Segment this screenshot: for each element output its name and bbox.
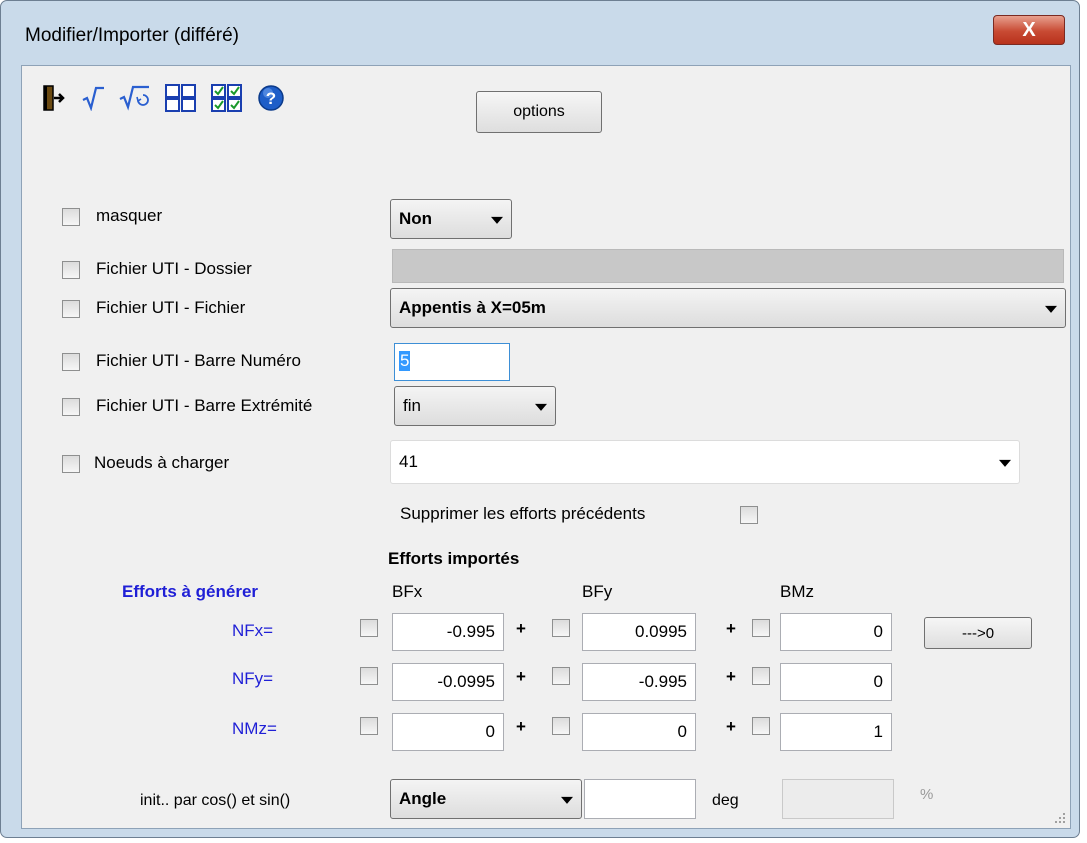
supprimer-label: Supprimer les efforts précédents (400, 504, 646, 523)
plus-sign: + (726, 717, 736, 736)
matrix-checkbox[interactable] (360, 619, 378, 637)
barre-numero-value: 5 (399, 351, 411, 371)
masquer-label: masquer (96, 206, 163, 225)
barre-extremite-checkbox[interactable] (62, 398, 80, 416)
barre-extremite-label: Fichier UTI - Barre Extrémité (96, 396, 313, 415)
chevron-down-icon (1045, 305, 1057, 313)
window-frame: Modifier/Importer (différé) X ? options … (0, 0, 1080, 838)
init-mode-select[interactable]: Angle (390, 779, 582, 819)
fichier-checkbox[interactable] (62, 300, 80, 318)
chevron-down-icon (999, 459, 1011, 467)
grid-checked-icon[interactable] (210, 84, 244, 112)
matrix-cell[interactable]: 0.0995 (582, 613, 696, 651)
matrix-cell[interactable]: 0 (392, 713, 504, 751)
efforts-importes-title: Efforts importés (388, 549, 520, 568)
plus-sign: + (516, 667, 526, 686)
matrix-checkbox[interactable] (752, 619, 770, 637)
matrix-cell[interactable]: -0.995 (582, 663, 696, 701)
sqrt-icon[interactable] (80, 84, 106, 112)
col-header-bfy: BFy (582, 582, 613, 601)
matrix-checkbox[interactable] (360, 667, 378, 685)
row-label-nmz: NMz= (232, 719, 277, 738)
percent-unit: % (920, 786, 934, 803)
matrix-cell[interactable]: 1 (780, 713, 892, 751)
plus-sign: + (726, 667, 736, 686)
supprimer-checkbox[interactable] (740, 506, 758, 524)
options-button[interactable]: options (476, 91, 602, 133)
fichier-label: Fichier UTI - Fichier (96, 298, 246, 317)
dossier-checkbox[interactable] (62, 261, 80, 279)
col-header-bfx: BFx (392, 582, 423, 601)
row-label-nfx: NFx= (232, 621, 274, 640)
matrix-checkbox[interactable] (752, 667, 770, 685)
close-icon: X (1022, 18, 1036, 41)
noeuds-value: 41 (399, 452, 418, 471)
plus-sign: + (516, 717, 526, 736)
noeuds-label: Noeuds à charger (94, 453, 230, 472)
barre-numero-input[interactable]: 5 (394, 343, 510, 381)
angle-unit: deg (712, 792, 739, 809)
matrix-cell[interactable]: 0 (582, 713, 696, 751)
dossier-label: Fichier UTI - Dossier (96, 259, 252, 278)
init-label: init.. par cos() et sin() (140, 792, 291, 809)
dialog-client-area: ? options masquer Non Fichier UTI - Doss… (21, 65, 1071, 829)
fichier-select[interactable]: Appentis à X=05m (390, 288, 1066, 328)
help-icon[interactable]: ? (256, 84, 286, 112)
sqrt-refresh-icon[interactable] (118, 84, 152, 112)
col-header-bmz: BMz (780, 582, 814, 601)
matrix-checkbox[interactable] (752, 717, 770, 735)
percent-field (782, 779, 894, 819)
matrix-checkbox[interactable] (552, 717, 570, 735)
svg-text:?: ? (266, 89, 276, 108)
row-label-nfy: NFy= (232, 669, 274, 688)
noeuds-select[interactable]: 41 (390, 440, 1020, 484)
dossier-field (392, 249, 1064, 283)
matrix-checkbox[interactable] (552, 667, 570, 685)
efforts-generer-title: Efforts à générer (122, 582, 259, 601)
matrix-cell[interactable]: -0.995 (392, 613, 504, 651)
exit-door-icon[interactable] (40, 84, 66, 112)
chevron-down-icon (535, 403, 547, 411)
fichier-value: Appentis à X=05m (399, 298, 546, 317)
noeuds-checkbox[interactable] (62, 455, 80, 473)
matrix-checkbox[interactable] (360, 717, 378, 735)
plus-sign: + (726, 619, 736, 638)
masquer-value: Non (399, 209, 433, 228)
title-bar[interactable]: Modifier/Importer (différé) X (1, 1, 1081, 65)
angle-input[interactable] (584, 779, 696, 819)
chevron-down-icon (491, 216, 503, 224)
plus-sign: + (516, 619, 526, 638)
reset-zero-button[interactable]: --->0 (924, 617, 1032, 649)
masquer-checkbox[interactable] (62, 208, 80, 226)
barre-numero-label: Fichier UTI - Barre Numéro (96, 351, 301, 370)
matrix-cell[interactable]: -0.0995 (392, 663, 504, 701)
barre-numero-checkbox[interactable] (62, 353, 80, 371)
window-title: Modifier/Importer (différé) (25, 25, 239, 46)
options-label: options (513, 103, 565, 120)
init-mode-value: Angle (399, 789, 447, 808)
chevron-down-icon (561, 796, 573, 804)
matrix-cell[interactable]: 0 (780, 663, 892, 701)
matrix-cell[interactable]: 0 (780, 613, 892, 651)
barre-extremite-value: fin (403, 396, 421, 415)
resize-grip-icon[interactable] (1052, 810, 1066, 824)
barre-extremite-select[interactable]: fin (394, 386, 556, 426)
reset-zero-label: --->0 (961, 624, 995, 642)
matrix-checkbox[interactable] (552, 619, 570, 637)
masquer-select[interactable]: Non (390, 199, 512, 239)
close-button[interactable]: X (993, 15, 1065, 45)
grid-empty-icon[interactable] (164, 84, 198, 112)
